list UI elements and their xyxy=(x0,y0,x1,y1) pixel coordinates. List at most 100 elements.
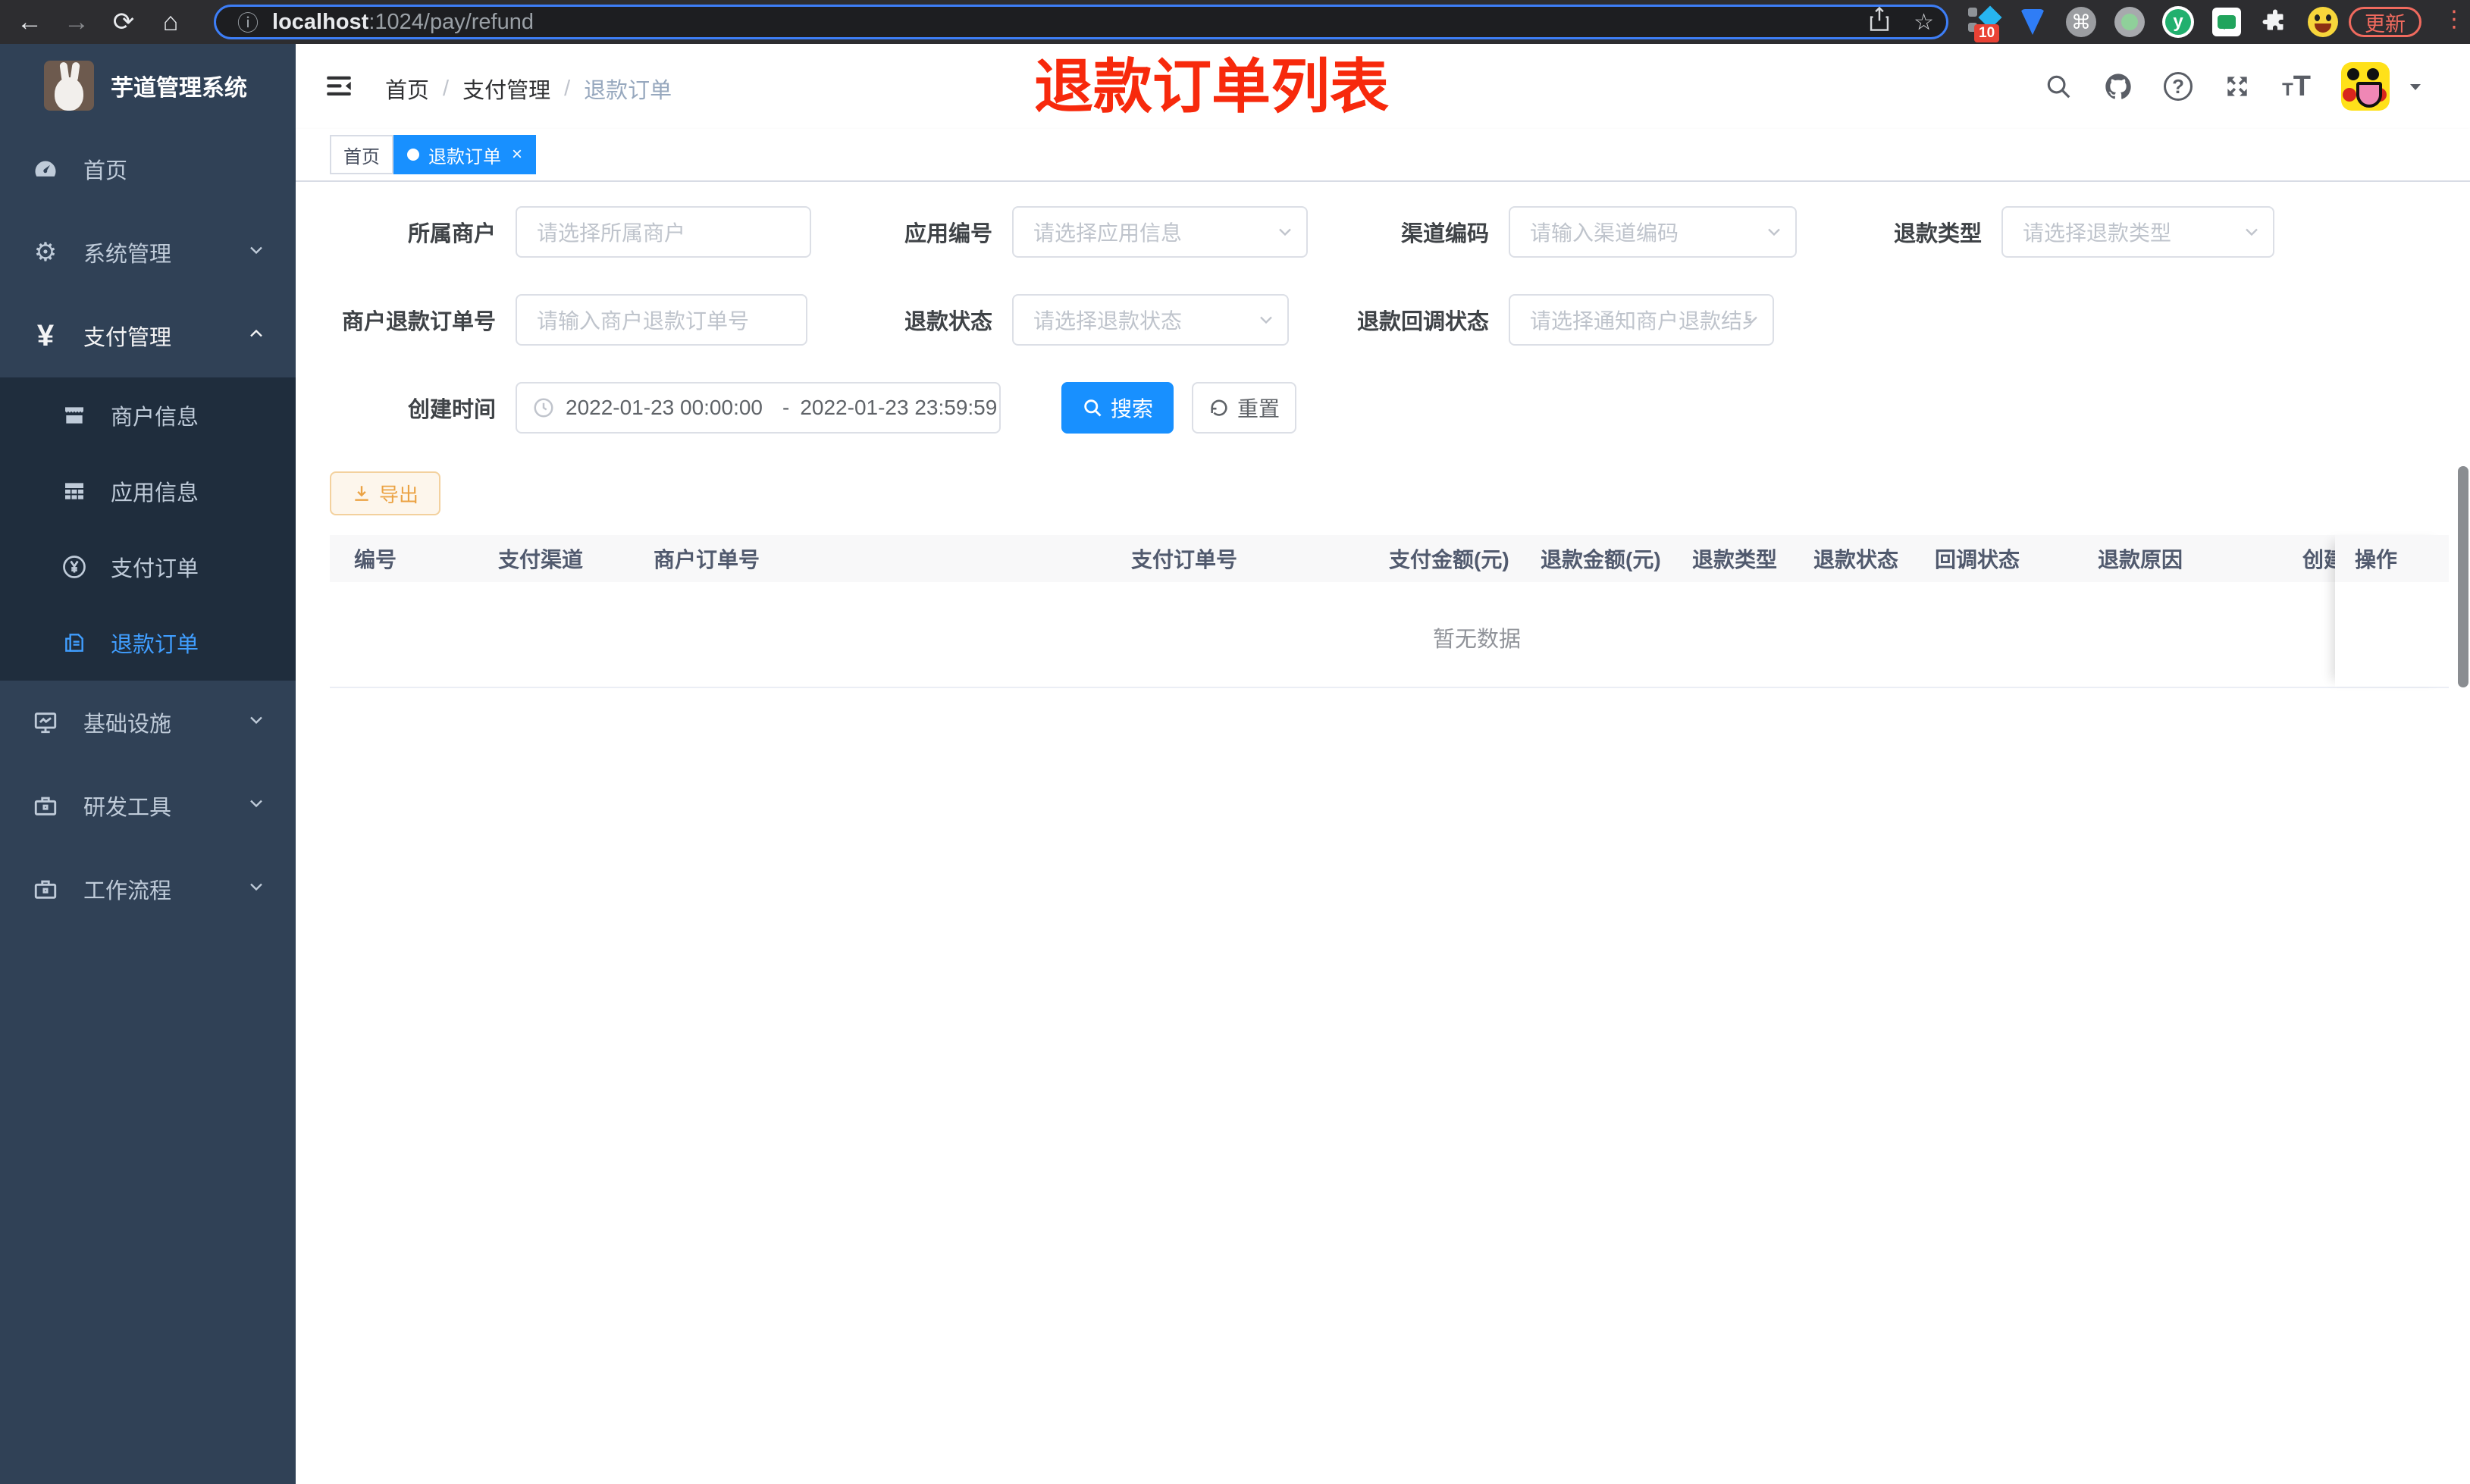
filter-label: 退款回调状态 xyxy=(1356,310,1489,334)
github-icon[interactable] xyxy=(2103,71,2133,102)
empty-text: 暂无数据 xyxy=(1433,628,1522,652)
caret-down-icon[interactable] xyxy=(2406,77,2425,95)
extension-y-icon[interactable]: y xyxy=(2162,6,2194,38)
sidebar-item-workflow[interactable]: 工作流程 xyxy=(0,847,296,931)
tab-label: 首页 xyxy=(343,146,380,167)
browser-back-icon[interactable]: ← xyxy=(6,8,53,37)
sidebar-item-refund-order[interactable]: 退款订单 xyxy=(0,605,296,681)
filter-app-id: 应用编号 请选择应用信息 xyxy=(823,206,1308,258)
sidebar-item-label: 首页 xyxy=(83,159,128,183)
app-title: 芋道管理系统 xyxy=(111,76,247,101)
share-icon[interactable] xyxy=(1868,6,1891,38)
user-avatar[interactable] xyxy=(2341,62,2390,111)
browser-toolbar: ← → ⟳ ⌂ ⓘ localhost:1024/pay/refund ☆ 10… xyxy=(0,0,2470,44)
tab-refund-order[interactable]: 退款订单 × xyxy=(393,135,537,174)
screen: ← → ⟳ ⌂ ⓘ localhost:1024/pay/refund ☆ 10… xyxy=(0,0,2470,1484)
sidebar-item-pay-order[interactable]: 支付订单 xyxy=(0,529,296,605)
sidebar-item-label: 工作流程 xyxy=(83,879,172,903)
sidebar-item-label: 系统管理 xyxy=(83,243,172,267)
filter-refund-type: 退款类型 请选择退款类型 xyxy=(1812,206,2274,258)
sidebar-item-label: 支付订单 xyxy=(111,557,199,581)
date-separator: - xyxy=(782,396,790,419)
tab-home[interactable]: 首页 xyxy=(330,135,393,174)
app-logo xyxy=(44,61,94,111)
collapse-sidebar-icon[interactable] xyxy=(323,70,355,105)
browser-update-button[interactable]: 更新 xyxy=(2349,7,2421,37)
extension-emoji-icon[interactable] xyxy=(2308,7,2338,37)
extension-diamond-icon[interactable]: 10 xyxy=(1968,5,2002,42)
browser-menu-icon[interactable]: ⋮ xyxy=(2443,6,2465,33)
address-bar[interactable]: ⓘ localhost:1024/pay/refund ☆ xyxy=(214,5,1948,39)
tab-label: 退款订单 xyxy=(428,146,501,167)
extension-badge: 10 xyxy=(1974,24,2000,42)
breadcrumb-home[interactable]: 首页 xyxy=(385,73,429,105)
column-header: 支付金额(元) xyxy=(1389,548,1509,571)
url-path: :1024/pay/refund xyxy=(368,9,534,34)
refund-status-select[interactable]: 请选择退款状态 xyxy=(1012,294,1289,346)
extension-gem-icon[interactable] xyxy=(2017,6,2048,38)
breadcrumb: 首页 / 支付管理 / 退款订单 xyxy=(385,73,672,105)
sidebar-item-devtools[interactable]: 研发工具 xyxy=(0,764,296,847)
chevron-down-icon xyxy=(246,709,267,737)
page-title-annotation: 退款订单列表 xyxy=(1034,53,1390,120)
sidebar-item-home[interactable]: 首页 xyxy=(0,127,296,211)
date-end-value: 2022-01-23 23:59:59 xyxy=(800,396,998,419)
breadcrumb-pay[interactable]: 支付管理 xyxy=(462,73,550,105)
reset-button[interactable]: 重置 xyxy=(1192,382,1296,434)
sidebar-item-pay[interactable]: ¥ 支付管理 xyxy=(0,294,296,377)
sidebar-item-infra[interactable]: 基础设施 xyxy=(0,681,296,764)
briefcase-icon xyxy=(29,876,62,902)
chevron-down-icon xyxy=(246,793,267,820)
refund-table: 编号 支付渠道 商户订单号 支付订单号 支付金额(元) 退款金额(元) 退款类型… xyxy=(330,535,2449,688)
font-size-icon[interactable]: TT xyxy=(2282,72,2311,101)
sidebar-item-merchant-info[interactable]: 商户信息 xyxy=(0,377,296,453)
sidebar: 芋道管理系统 首页 ⚙ 系统管理 ¥ 支付管理 商户信息 应用信息 支付订单 退… xyxy=(0,44,296,1484)
bookmark-star-icon[interactable]: ☆ xyxy=(1914,9,1934,36)
browser-forward-icon[interactable]: → xyxy=(53,8,100,37)
date-range-picker[interactable]: 2022-01-23 00:00:00 - 2022-01-23 23:59:5… xyxy=(516,382,1001,434)
sidebar-item-app-info[interactable]: 应用信息 xyxy=(0,453,296,529)
merchant-refund-no-input[interactable]: 请输入商户退款订单号 xyxy=(516,294,807,346)
placeholder-text: 请选择应用信息 xyxy=(1033,221,1183,245)
extension-chat-icon[interactable] xyxy=(2211,6,2243,38)
grid-icon xyxy=(58,479,91,503)
browser-reload-icon[interactable]: ⟳ xyxy=(100,7,147,37)
sidebar-item-system[interactable]: ⚙ 系统管理 xyxy=(0,211,296,294)
sidebar-item-label: 研发工具 xyxy=(83,796,172,820)
app-header: 首页 / 支付管理 / 退款订单 退款订单列表 ? TT xyxy=(296,44,2470,129)
refund-callback-select[interactable]: 请选择通知商户退款结果 xyxy=(1509,294,1774,346)
filter-refund-status: 退款状态 请选择退款状态 xyxy=(823,294,1289,346)
sidebar-submenu-pay: 商户信息 应用信息 支付订单 退款订单 xyxy=(0,377,296,681)
filter-label: 商户退款订单号 xyxy=(341,310,496,334)
chevron-down-icon xyxy=(246,876,267,903)
export-button[interactable]: 导出 xyxy=(330,471,440,515)
placeholder-text: 请选择退款状态 xyxy=(1033,309,1183,333)
scrollbar-thumb[interactable] xyxy=(2458,466,2468,687)
extensions-puzzle-icon[interactable] xyxy=(2259,6,2291,38)
chevron-down-icon xyxy=(1741,309,1762,330)
browser-home-icon[interactable]: ⌂ xyxy=(147,8,194,37)
channel-code-select[interactable]: 请输入渠道编码 xyxy=(1509,206,1797,258)
column-header: 支付订单号 xyxy=(1131,548,1238,571)
extension-command-icon[interactable]: ⌘ xyxy=(2065,6,2097,38)
column-header: 商户订单号 xyxy=(654,548,760,571)
export-button-label: 导出 xyxy=(378,483,418,506)
app-id-select[interactable]: 请选择应用信息 xyxy=(1012,206,1308,258)
filter-label: 所属商户 xyxy=(407,222,496,246)
search-button[interactable]: 搜索 xyxy=(1061,382,1174,434)
fixed-action-column: 操作 xyxy=(2335,535,2449,687)
search-icon[interactable] xyxy=(2044,72,2073,101)
reset-button-label: 重置 xyxy=(1237,397,1280,421)
site-info-icon[interactable]: ⓘ xyxy=(237,7,259,37)
merchant-input[interactable]: 请选择所属商户 xyxy=(516,206,811,258)
fullscreen-icon[interactable] xyxy=(2223,72,2252,101)
close-icon[interactable]: × xyxy=(512,144,522,165)
app-logo-row[interactable]: 芋道管理系统 xyxy=(0,44,296,127)
sidebar-item-label: 商户信息 xyxy=(111,405,199,430)
sidebar-item-label: 支付管理 xyxy=(83,326,172,350)
refund-type-select[interactable]: 请选择退款类型 xyxy=(2001,206,2274,258)
chevron-down-icon xyxy=(1763,221,1785,243)
extension-dot-icon[interactable] xyxy=(2114,6,2146,38)
help-icon[interactable]: ? xyxy=(2164,72,2193,101)
date-start-value: 2022-01-23 00:00:00 xyxy=(566,396,763,419)
